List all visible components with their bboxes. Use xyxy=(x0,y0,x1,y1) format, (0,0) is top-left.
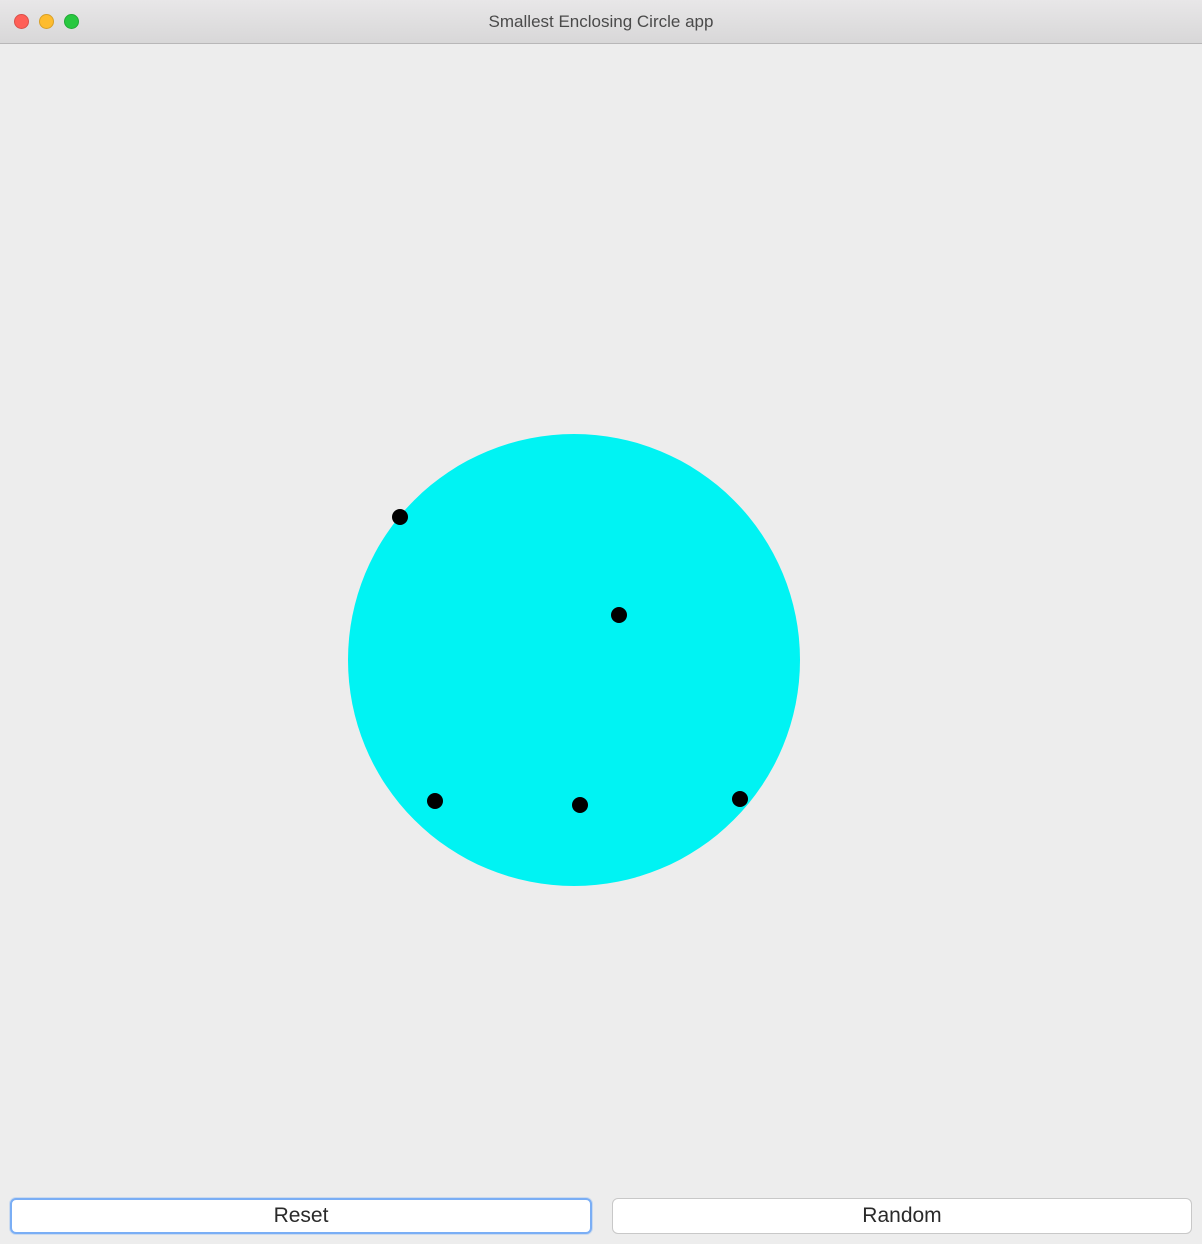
point[interactable] xyxy=(732,791,748,807)
window-title: Smallest Enclosing Circle app xyxy=(489,12,714,32)
enclosing-circle xyxy=(348,434,800,886)
random-button[interactable]: Random xyxy=(612,1198,1192,1234)
point[interactable] xyxy=(572,797,588,813)
reset-button[interactable]: Reset xyxy=(10,1198,592,1234)
point[interactable] xyxy=(611,607,627,623)
point[interactable] xyxy=(392,509,408,525)
minimize-icon[interactable] xyxy=(39,14,54,29)
zoom-icon[interactable] xyxy=(64,14,79,29)
canvas-area[interactable] xyxy=(0,44,1202,1190)
titlebar: Smallest Enclosing Circle app xyxy=(0,0,1202,44)
app-window: Smallest Enclosing Circle app Reset Rand… xyxy=(0,0,1202,1244)
button-bar: Reset Random xyxy=(0,1190,1202,1244)
traffic-lights xyxy=(14,14,79,29)
close-icon[interactable] xyxy=(14,14,29,29)
drawing-canvas[interactable] xyxy=(0,44,1202,1190)
point[interactable] xyxy=(427,793,443,809)
